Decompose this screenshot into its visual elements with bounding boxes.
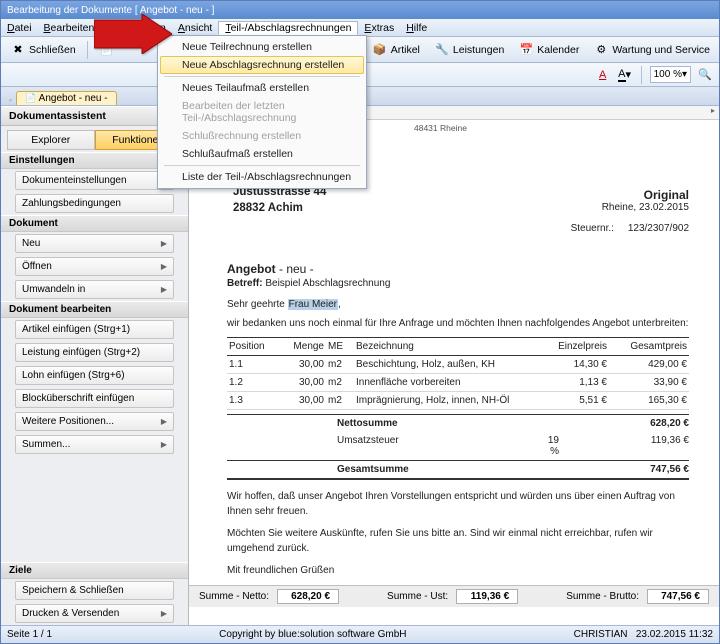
btn-zahlung[interactable]: Zahlungsbedingungen bbox=[15, 194, 174, 213]
btn-dokeinst[interactable]: Dokumenteinstellungen bbox=[15, 171, 174, 190]
subject-block: Angebot - neu - Betreff: Beispiel Abschl… bbox=[227, 262, 689, 289]
chevron-right-icon: ▶ bbox=[161, 262, 167, 271]
section-dok-bearbeiten: Dokument bearbeiten bbox=[1, 301, 188, 318]
btn-blockueber[interactable]: Blocküberschrift einfügen bbox=[15, 389, 174, 408]
menu-bearbeiten[interactable]: Bearbeiten bbox=[38, 22, 101, 34]
sum-brutto: 747,56 € bbox=[647, 589, 709, 604]
underline-icon[interactable]: A bbox=[595, 67, 611, 83]
zoom-select[interactable]: 100 % ▾ bbox=[650, 66, 691, 83]
section-dokument: Dokument bbox=[1, 215, 188, 232]
toolbar-kalender[interactable]: 📅Kalender bbox=[513, 41, 584, 59]
summary-bar: Summe - Netto:628,20 € Summe - Ust:119,3… bbox=[189, 585, 719, 607]
menu-item-bearbeiten-letzte: Bearbeiten der letzten Teil-/Abschlagsre… bbox=[160, 97, 364, 127]
closing-text: Wir hoffen, daß unser Angebot Ihren Vors… bbox=[227, 490, 689, 579]
status-bar: Seite 1 / 1 Copyright by blue:solution s… bbox=[1, 625, 719, 643]
close-button[interactable]: ✖Schließen bbox=[5, 41, 81, 59]
status-datetime: 23.02.2015 11:32 bbox=[636, 629, 713, 640]
btn-neu[interactable]: Neu▶ bbox=[15, 234, 174, 253]
items-table: Position Menge ME Bezeichnung Einzelprei… bbox=[227, 337, 689, 410]
btn-umwandeln[interactable]: Umwandeln in▶ bbox=[15, 280, 174, 299]
menu-item-neues-teilaufmass[interactable]: Neues Teilaufmaß erstellen bbox=[160, 79, 364, 97]
header-right: Original Rheine, 23.02.2015 Steuernr.: 1… bbox=[571, 188, 689, 234]
btn-weitere-pos[interactable]: Weitere Positionen...▶ bbox=[15, 412, 174, 431]
menu-item-neue-teilrechnung[interactable]: Neue Teilrechnung erstellen bbox=[160, 38, 364, 56]
btn-drucken-versenden[interactable]: Drucken & Versenden▶ bbox=[15, 604, 174, 623]
chevron-right-icon: ▶ bbox=[161, 239, 167, 248]
btn-lohn-einf[interactable]: Lohn einfügen (Strg+6) bbox=[15, 366, 174, 385]
section-ziele: Ziele bbox=[1, 562, 188, 579]
menu-item-neue-abschlagsrechnung[interactable]: Neue Abschlagsrechnung erstellen bbox=[160, 56, 364, 74]
table-row[interactable]: 1.330,00m2Imprägnierung, Holz, innen, NH… bbox=[227, 392, 689, 410]
sum-netto: 628,20 € bbox=[277, 589, 339, 604]
chevron-right-icon: ▶ bbox=[161, 609, 167, 618]
toolbar-new[interactable]: 📄 bbox=[94, 41, 120, 59]
salutation: Sehr geehrte Frau Meier, bbox=[227, 299, 689, 310]
table-row[interactable]: 1.130,00m2Beschichtung, Holz, außen, KH1… bbox=[227, 356, 689, 374]
btn-summen[interactable]: Summen...▶ bbox=[15, 435, 174, 454]
copyright: Copyright by blue:solution software GmbH bbox=[219, 629, 406, 640]
menu-dropdown: Neue Teilrechnung erstellen Neue Abschla… bbox=[157, 35, 367, 189]
toolbar-artikel[interactable]: 📦Artikel bbox=[367, 41, 425, 59]
status-user: CHRISTIAN bbox=[574, 629, 628, 640]
menu-teilabschlag[interactable]: Teil-/Abschlagsrechnungen bbox=[218, 21, 358, 35]
menu-extras[interactable]: Extras bbox=[358, 22, 400, 34]
fontcolor-icon[interactable]: A▾ bbox=[617, 67, 633, 83]
btn-speichern-schliessen[interactable]: Speichern & Schließen bbox=[15, 581, 174, 600]
menu-hilfe[interactable]: Hilfe bbox=[400, 22, 433, 34]
window-title: Bearbeitung der Dokumente [ Angebot - ne… bbox=[7, 5, 214, 16]
table-row[interactable]: 1.230,00m2Innenfläche vorbereiten1,13 €3… bbox=[227, 374, 689, 392]
menu-datei[interactable]: Datei bbox=[1, 22, 38, 34]
app-window: Bearbeitung der Dokumente [ Angebot - ne… bbox=[0, 0, 720, 644]
btn-artikel-einf[interactable]: Artikel einfügen (Strg+1) bbox=[15, 320, 174, 339]
sender-line: 48431 Rheine bbox=[414, 123, 467, 133]
sidebar-tab-explorer[interactable]: Explorer bbox=[7, 130, 95, 150]
box-icon: 📦 bbox=[372, 42, 388, 58]
menu-item-liste[interactable]: Liste der Teil-/Abschlagsrechnungen bbox=[160, 168, 364, 186]
menu-stammdaten[interactable]: Stammdaten bbox=[100, 22, 172, 34]
toolbar-wartung[interactable]: ⚙Wartung und Service bbox=[588, 41, 715, 59]
title-bar: Bearbeitung der Dokumente [ Angebot - ne… bbox=[1, 1, 719, 19]
chevron-right-icon: ▶ bbox=[161, 440, 167, 449]
menu-ansicht[interactable]: Ansicht bbox=[172, 22, 218, 34]
close-icon: ✖ bbox=[10, 42, 26, 58]
sum-ust: 119,36 € bbox=[456, 589, 518, 604]
document-tab[interactable]: 📄 Angebot - neu - bbox=[16, 91, 116, 105]
totals: Nettosumme628,20 € Umsatzsteuer19 %119,3… bbox=[227, 414, 689, 480]
zoom-icon[interactable]: 🔍 bbox=[697, 67, 713, 83]
intro-text: wir bedanken uns noch einmal für Ihre An… bbox=[227, 318, 689, 329]
page-indicator: Seite 1 / 1 bbox=[7, 629, 52, 640]
menu-item-schlussrechnung: Schlußrechnung erstellen bbox=[160, 127, 364, 145]
btn-leistung-einf[interactable]: Leistung einfügen (Strg+2) bbox=[15, 343, 174, 362]
gear-icon: ⚙ bbox=[593, 42, 609, 58]
calendar-icon: 📅 bbox=[518, 42, 534, 58]
toolbar-leistungen[interactable]: 🔧Leistungen bbox=[429, 41, 509, 59]
chevron-right-icon: ▶ bbox=[161, 417, 167, 426]
btn-oeffnen[interactable]: Öffnen▶ bbox=[15, 257, 174, 276]
document-icon: 📄 bbox=[99, 42, 115, 58]
wrench-icon: 🔧 bbox=[434, 42, 450, 58]
menu-item-schlussaufmass[interactable]: Schlußaufmaß erstellen bbox=[160, 145, 364, 163]
chevron-right-icon: ▶ bbox=[161, 285, 167, 294]
